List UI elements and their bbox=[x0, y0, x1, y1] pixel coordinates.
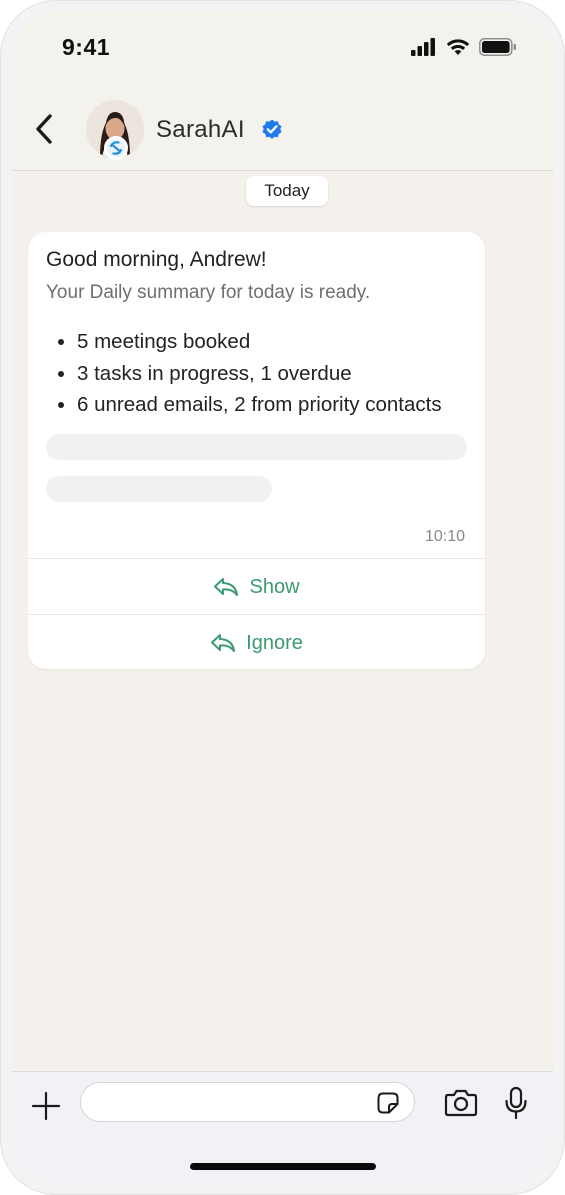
verified-badge-icon bbox=[262, 119, 282, 139]
status-bar: 9:41 bbox=[12, 12, 553, 86]
composer-bar bbox=[12, 1071, 553, 1183]
reply-icon bbox=[214, 578, 239, 596]
ignore-button-label: Ignore bbox=[246, 631, 303, 654]
camera-icon[interactable] bbox=[444, 1088, 478, 1118]
show-button-label: Show bbox=[249, 575, 300, 598]
message-bubble: Good morning, Andrew! Your Daily summary… bbox=[28, 232, 485, 669]
home-indicator bbox=[190, 1163, 376, 1170]
signal-icon bbox=[411, 38, 435, 56]
chat-header: SarahAI bbox=[12, 86, 553, 171]
show-button[interactable]: Show bbox=[28, 558, 485, 615]
loading-placeholder bbox=[46, 434, 467, 460]
message-greeting: Good morning, Andrew! bbox=[46, 248, 267, 271]
reply-icon bbox=[211, 634, 236, 652]
summary-list: 5 meetings booked 3 tasks in progress, 1… bbox=[46, 326, 442, 421]
avatar-app-badge bbox=[104, 136, 128, 160]
microphone-icon[interactable] bbox=[504, 1086, 528, 1120]
wifi-icon bbox=[446, 39, 470, 55]
plus-icon[interactable] bbox=[30, 1090, 62, 1122]
message-subtitle: Your Daily summary for today is ready. bbox=[46, 282, 371, 303]
summary-item: 3 tasks in progress, 1 overdue bbox=[46, 358, 442, 390]
summary-item: 5 meetings booked bbox=[46, 326, 442, 358]
status-icons bbox=[411, 38, 517, 56]
app-logo-icon bbox=[107, 139, 125, 157]
message-timestamp: 10:10 bbox=[424, 528, 465, 545]
battery-icon bbox=[479, 38, 516, 56]
summary-item: 6 unread emails, 2 from priority contact… bbox=[46, 389, 442, 421]
sticker-icon[interactable] bbox=[376, 1091, 400, 1115]
status-time: 9:41 bbox=[62, 34, 111, 60]
ignore-button[interactable]: Ignore bbox=[28, 614, 485, 671]
back-chevron-icon[interactable] bbox=[30, 112, 58, 146]
date-separator: Today bbox=[246, 176, 328, 206]
message-input[interactable] bbox=[80, 1082, 415, 1122]
loading-placeholder bbox=[46, 476, 272, 502]
chat-screen: 9:41 SarahAI Today Good morning, Andrew!… bbox=[12, 12, 553, 1183]
contact-name[interactable]: SarahAI bbox=[156, 116, 245, 144]
